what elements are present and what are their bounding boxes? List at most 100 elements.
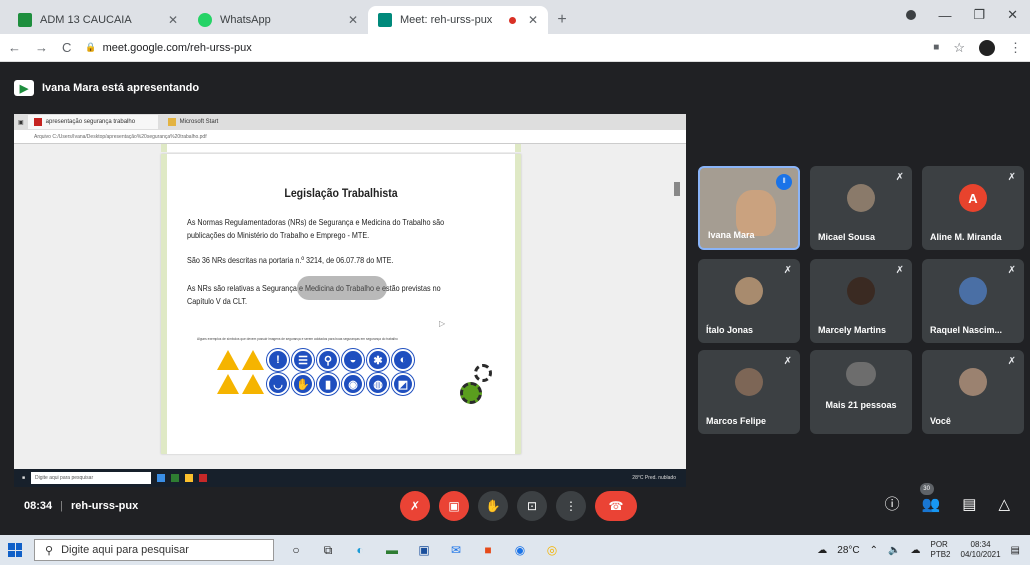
menu-icon[interactable]: ⋮ <box>1009 40 1022 56</box>
shared-screen: ▣ apresentação segurança trabalho Micros… <box>14 114 686 487</box>
present-screen-icon: ▶ <box>14 80 34 96</box>
windows-search-box[interactable]: ⚲ Digite aqui para pesquisar <box>34 539 274 561</box>
bookmark-star-icon[interactable]: ☆ <box>953 40 965 56</box>
camera-off-icon: ▣ <box>448 499 460 513</box>
slide-paragraph: As Normas Regulamentadoras (NRs) de Segu… <box>187 217 445 240</box>
present-button[interactable]: ⊡ <box>517 491 547 521</box>
volume-icon[interactable]: 🔈 <box>888 545 900 556</box>
reload-icon[interactable]: C <box>62 40 71 55</box>
avatar <box>959 368 987 396</box>
lock-icon: 🔒 <box>85 42 97 52</box>
mic-toggle-button[interactable]: ✗ <box>400 491 430 521</box>
mandatory-sign-icon: ✱ <box>367 349 389 371</box>
mandatory-sign-icon: ▮ <box>317 373 339 395</box>
participant-name: Ítalo Jonas <box>706 325 754 335</box>
taskbar-clock[interactable]: 08:34 04/10/2021 <box>961 540 1001 560</box>
profile-avatar[interactable] <box>979 39 995 56</box>
participant-tile-italo[interactable]: ✗ Ítalo Jonas <box>698 259 800 343</box>
mandatory-sign-icon: ! <box>267 349 289 371</box>
language-indicator[interactable]: POR PTB2 <box>930 540 950 560</box>
participant-tile-ivana[interactable]: ⦀ Ivana Mara <box>698 166 800 250</box>
pdf-toolbar-overlay <box>297 276 387 300</box>
activities-button[interactable]: △ <box>998 495 1010 513</box>
participant-tile-more[interactable]: Mais 21 pessoas <box>810 350 912 434</box>
mic-off-icon: ✗ <box>895 265 904 276</box>
restore-icon[interactable]: ❐ <box>973 7 985 23</box>
shared-tab-label: Microsoft Start <box>179 119 219 125</box>
camera-toggle-button[interactable]: ▣ <box>439 491 469 521</box>
mic-off-icon: ✗ <box>1007 265 1016 276</box>
people-icon: 👥 <box>921 495 941 513</box>
camera-indicator-icon[interactable]: ■ <box>933 42 939 53</box>
app-icon[interactable]: ▬ <box>382 540 402 560</box>
close-window-icon[interactable]: ✕ <box>1007 7 1018 23</box>
pdf-prev-page <box>161 144 521 152</box>
meeting-details: 08:34 | reh-urss-pux <box>24 500 138 512</box>
minimize-icon[interactable]: — <box>938 8 951 23</box>
participant-tile-aline[interactable]: ✗ A Aline M. Miranda <box>922 166 1024 250</box>
weather-text[interactable]: 28°C <box>837 545 859 556</box>
close-tab-icon[interactable]: ✕ <box>348 13 358 27</box>
meeting-code: reh-urss-pux <box>71 500 139 512</box>
side-panel-controls: ⓘ 30 👥 ▤ △ <box>885 482 1010 514</box>
participant-name: Raquel Nascim... <box>930 325 1003 335</box>
participant-name: Ivana Mara <box>708 230 755 240</box>
participant-tile-marcos[interactable]: ✗ Marcos Felipe <box>698 350 800 434</box>
shared-browser-tabs: ▣ apresentação segurança trabalho Micros… <box>14 114 686 130</box>
new-tab-button[interactable]: + <box>548 6 576 34</box>
meet-control-bar: 08:34 | reh-urss-pux ✗ ▣ ✋ ⊡ ⋮ ☎ ⓘ 30 👥 … <box>0 477 1030 535</box>
close-tab-icon[interactable]: ✕ <box>168 13 178 27</box>
office-icon[interactable]: ■ <box>478 540 498 560</box>
app-icon[interactable]: ◎ <box>542 540 562 560</box>
browser-tab-whatsapp[interactable]: WhatsApp ✕ <box>188 6 368 34</box>
mail-icon[interactable]: ✉ <box>446 540 466 560</box>
network-icon[interactable]: ☁ <box>910 545 920 556</box>
participant-name: Micael Sousa <box>818 232 876 242</box>
store-icon[interactable]: ▣ <box>414 540 434 560</box>
meet-stage: ▶ Ivana Mara está apresentando ▣ apresen… <box>0 62 1030 535</box>
tab-label: WhatsApp <box>220 14 271 26</box>
browser-tab-adm[interactable]: ADM 13 CAUCAIA ✕ <box>8 6 188 34</box>
chrome-icon[interactable]: ◉ <box>510 540 530 560</box>
participant-tile-marcely[interactable]: ✗ Marcely Martins <box>810 259 912 343</box>
people-button[interactable]: 30 👥 <box>919 482 941 513</box>
notifications-icon[interactable]: ▤ <box>1011 545 1020 556</box>
call-controls: ✗ ▣ ✋ ⊡ ⋮ ☎ <box>400 491 637 521</box>
mandatory-sign-icon: ⚲ <box>317 349 339 371</box>
present-icon: ⊡ <box>526 499 538 513</box>
whatsapp-icon <box>198 13 212 27</box>
participant-tile-self[interactable]: ✗ Você <box>922 350 1024 434</box>
shared-address-bar: Arquivo C:/Users/Ivana/Desktop/apresenta… <box>14 130 686 144</box>
mandatory-sign-icon: ◐ <box>392 349 414 371</box>
participant-name: Marcos Felipe <box>706 416 767 426</box>
shared-tab-label: apresentação segurança trabalho <box>45 119 136 125</box>
edge-icon[interactable]: ◐ <box>350 540 370 560</box>
clock-time: 08:34 <box>970 540 991 549</box>
task-view-icon[interactable]: ⧉ <box>318 540 338 560</box>
window-controls: — ❐ ✕ <box>906 0 1030 30</box>
pdf-scrollbar <box>674 182 680 196</box>
recording-icon <box>508 16 516 24</box>
people-count-badge: 30 <box>919 482 934 495</box>
more-options-button[interactable]: ⋮ <box>556 491 586 521</box>
back-icon[interactable]: ← <box>8 40 21 55</box>
participant-name: Você <box>930 416 951 426</box>
chat-button[interactable]: ▤ <box>962 495 976 513</box>
slide-title: Legislação Trabalhista <box>284 186 398 200</box>
cortana-icon[interactable]: ○ <box>286 540 306 560</box>
gears-icon <box>460 364 500 408</box>
browser-tab-meet[interactable]: Meet: reh-urss-pux ✕ <box>368 6 548 34</box>
participant-tile-raquel[interactable]: ✗ Raquel Nascim... <box>922 259 1024 343</box>
meeting-details-button[interactable]: ⓘ <box>885 493 900 514</box>
profile-icon[interactable] <box>906 10 917 20</box>
leave-call-button[interactable]: ☎ <box>595 491 637 521</box>
participant-tile-micael[interactable]: ✗ Micael Sousa <box>810 166 912 250</box>
sheets-icon <box>18 13 32 27</box>
windows-start-icon[interactable] <box>8 543 22 557</box>
close-tab-icon[interactable]: ✕ <box>528 13 538 27</box>
slide-caption: Alguns exemplos de símbolos que devem po… <box>197 336 398 341</box>
forward-icon[interactable]: → <box>35 40 48 55</box>
tray-chevron-icon[interactable]: ⌃ <box>870 545 878 556</box>
raise-hand-button[interactable]: ✋ <box>478 491 508 521</box>
address-bar[interactable]: 🔒 meet.google.com/reh-urss-pux <box>85 42 919 54</box>
